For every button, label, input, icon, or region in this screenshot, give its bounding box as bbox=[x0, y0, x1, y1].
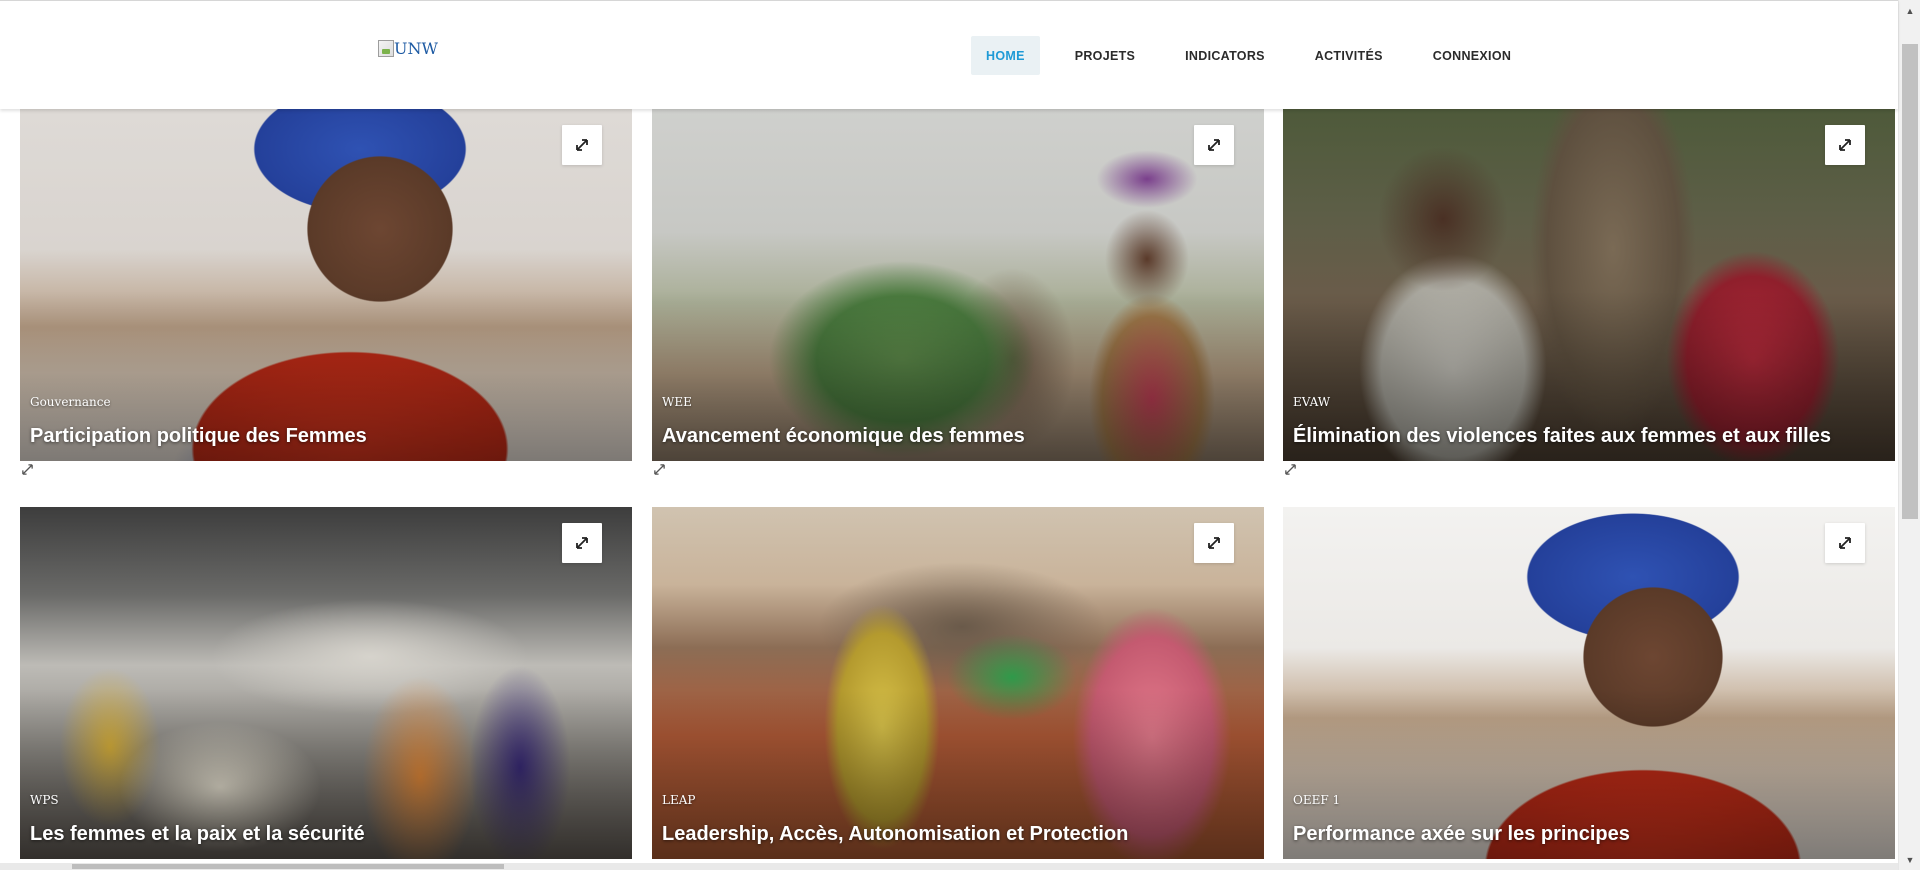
card-title[interactable]: Les femmes et la paix et la sécurité bbox=[30, 823, 365, 846]
card-tag: WEE bbox=[662, 395, 692, 409]
card-title[interactable]: Leadership, Accès, Autonomisation et Pro… bbox=[662, 823, 1128, 846]
project-card-leap[interactable]: LEAP Leadership, Accès, Autonomisation e… bbox=[652, 507, 1264, 859]
project-card-evaw[interactable]: EVAW Élimination des violences faites au… bbox=[1283, 109, 1895, 461]
expand-icon[interactable] bbox=[1825, 523, 1865, 563]
card-title[interactable]: Élimination des violences faites aux fem… bbox=[1293, 425, 1831, 448]
expand-icon[interactable] bbox=[1194, 125, 1234, 165]
resize-icon[interactable] bbox=[652, 462, 666, 476]
site-logo[interactable]: UNW bbox=[378, 37, 438, 59]
card-title[interactable]: Performance axée sur les principes bbox=[1293, 823, 1630, 846]
broken-image-icon bbox=[378, 39, 394, 57]
card-tag: Gouvernance bbox=[30, 395, 111, 409]
project-card-wee[interactable]: WEE Avancement économique des femmes bbox=[652, 109, 1264, 461]
expand-icon[interactable] bbox=[562, 125, 602, 165]
expand-icon[interactable] bbox=[562, 523, 602, 563]
horizontal-scrollbar[interactable] bbox=[0, 863, 1898, 870]
resize-icon[interactable] bbox=[20, 462, 34, 476]
scroll-up-arrow-icon[interactable]: ▲ bbox=[1899, 2, 1920, 19]
nav-activites[interactable]: ACTIVITÉS bbox=[1300, 36, 1398, 75]
expand-icon[interactable] bbox=[1825, 125, 1865, 165]
card-tag: OEEF 1 bbox=[1293, 793, 1341, 807]
nav-indicators[interactable]: INDICATORS bbox=[1170, 36, 1280, 75]
nav-home[interactable]: HOME bbox=[971, 36, 1040, 75]
card-title[interactable]: Avancement économique des femmes bbox=[662, 425, 1025, 448]
main-nav: HOME PROJETS INDICATORS ACTIVITÉS CONNEX… bbox=[971, 36, 1546, 75]
project-card-gouvernance[interactable]: Gouvernance Participation politique des … bbox=[20, 109, 632, 461]
card-title[interactable]: Participation politique des Femmes bbox=[30, 425, 367, 448]
resize-icon[interactable] bbox=[1283, 462, 1297, 476]
nav-projets[interactable]: PROJETS bbox=[1060, 36, 1150, 75]
card-tag: WPS bbox=[30, 793, 59, 807]
project-card-oeef[interactable]: OEEF 1 Performance axée sur les principe… bbox=[1283, 507, 1895, 859]
logo-alt-text: UNW bbox=[394, 38, 438, 58]
horizontal-scroll-thumb[interactable] bbox=[72, 864, 504, 869]
project-card-wps[interactable]: WPS Les femmes et la paix et la sécurité bbox=[20, 507, 632, 859]
scroll-thumb[interactable] bbox=[1902, 44, 1918, 519]
expand-icon[interactable] bbox=[1194, 523, 1234, 563]
card-tag: EVAW bbox=[1293, 395, 1331, 409]
scroll-down-arrow-icon[interactable]: ▼ bbox=[1899, 851, 1920, 868]
card-tag: LEAP bbox=[662, 793, 696, 807]
nav-connexion[interactable]: CONNEXION bbox=[1418, 36, 1526, 75]
vertical-scrollbar[interactable]: ▲ ▼ bbox=[1898, 0, 1920, 870]
site-header: UNW HOME PROJETS INDICATORS ACTIVITÉS CO… bbox=[0, 0, 1898, 109]
